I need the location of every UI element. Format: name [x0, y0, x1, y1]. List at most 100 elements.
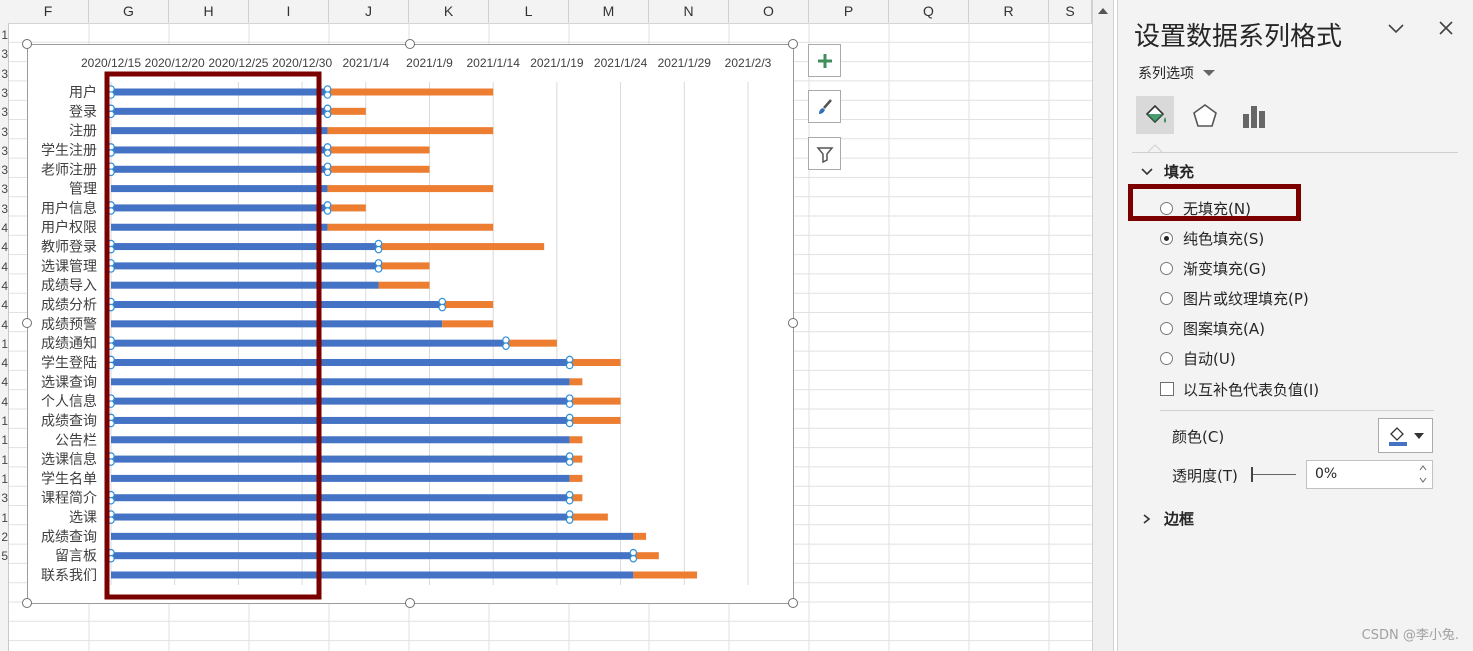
bar-duration[interactable]: [111, 552, 634, 560]
bar-extra[interactable]: [327, 127, 494, 135]
bar-extra[interactable]: [569, 397, 621, 405]
fill-line-tab[interactable]: [1136, 96, 1174, 134]
series-options-dropdown[interactable]: 系列选项: [1138, 63, 1216, 83]
bar-extra[interactable]: [378, 262, 430, 270]
bar-duration[interactable]: [111, 378, 570, 386]
vertical-scrollbar[interactable]: [1092, 0, 1114, 651]
selection-marker[interactable]: [565, 516, 574, 524]
radio-button[interactable]: [1160, 321, 1173, 335]
scroll-up-arrow-icon[interactable]: [1093, 2, 1113, 20]
row-header[interactable]: 2: [0, 530, 8, 544]
bar-duration[interactable]: [111, 301, 443, 309]
invert-negative-checkbox[interactable]: 以互补色代表负值(I): [1160, 379, 1319, 399]
bar-extra[interactable]: [327, 107, 366, 115]
selection-marker[interactable]: [565, 419, 574, 428]
bar-duration[interactable]: [111, 494, 570, 502]
color-picker-button[interactable]: [1378, 418, 1433, 453]
bar-duration[interactable]: [111, 107, 328, 115]
column-header-q[interactable]: Q: [889, 0, 969, 23]
close-icon[interactable]: [1438, 20, 1454, 36]
row-header[interactable]: 3: [0, 125, 8, 139]
chart-styles-button[interactable]: [808, 90, 841, 123]
bar-extra[interactable]: [505, 339, 557, 347]
column-header-m[interactable]: M: [569, 0, 649, 23]
row-header[interactable]: 4: [0, 298, 8, 312]
row-header[interactable]: 3: [0, 86, 8, 100]
row-header[interactable]: 4: [0, 279, 8, 293]
row-header[interactable]: 1: [0, 28, 8, 42]
fill-section-header[interactable]: 填充: [1140, 161, 1194, 182]
fill-option-radio[interactable]: 纯色填充(S): [1160, 228, 1264, 248]
column-header-i[interactable]: I: [249, 0, 329, 23]
column-header-k[interactable]: K: [409, 0, 489, 23]
column-header-s[interactable]: S: [1049, 0, 1092, 23]
spreadsheet-area[interactable]: FGHIJKLMNOPQRS 1 3 3 3 3 3 3 3 3 3 4 4 4 4 4 4 1 4 4 4 1 1 1 1 3…: [0, 0, 1092, 651]
chart-elements-button[interactable]: [808, 44, 841, 77]
bar-extra[interactable]: [327, 146, 430, 154]
bar-duration[interactable]: [111, 281, 379, 289]
row-header[interactable]: 3: [0, 144, 8, 158]
bar-extra[interactable]: [327, 88, 494, 96]
selection-marker[interactable]: [438, 303, 447, 312]
row-header[interactable]: 1: [0, 511, 8, 525]
selection-marker[interactable]: [502, 342, 510, 350]
bar-duration[interactable]: [111, 223, 328, 231]
column-header-p[interactable]: P: [809, 0, 889, 23]
row-header[interactable]: 1: [0, 414, 8, 428]
selection-marker[interactable]: [374, 245, 383, 254]
column-header-l[interactable]: L: [489, 0, 569, 23]
resize-handle[interactable]: [405, 39, 415, 49]
checkbox-box[interactable]: [1160, 382, 1174, 396]
bar-extra[interactable]: [569, 513, 608, 521]
row-header[interactable]: 3: [0, 491, 8, 505]
bar-duration[interactable]: [111, 571, 634, 579]
row-header[interactable]: 3: [0, 182, 8, 196]
bar-extra[interactable]: [633, 571, 698, 579]
bar-duration[interactable]: [111, 513, 570, 521]
selection-marker[interactable]: [323, 207, 332, 215]
bar-duration[interactable]: [111, 320, 443, 328]
selection-marker[interactable]: [565, 458, 574, 466]
fill-option-radio[interactable]: 自动(U): [1160, 348, 1236, 368]
radio-button[interactable]: [1160, 351, 1173, 365]
effects-pentagon-icon[interactable]: [1190, 102, 1220, 130]
row-header[interactable]: 1: [0, 453, 8, 467]
column-header-n[interactable]: N: [649, 0, 729, 23]
bar-extra[interactable]: [327, 204, 366, 212]
resize-handle[interactable]: [788, 598, 798, 608]
selection-marker[interactable]: [374, 265, 383, 273]
column-header-f[interactable]: F: [8, 0, 89, 23]
bar-extra[interactable]: [569, 474, 583, 482]
bar-duration[interactable]: [111, 339, 506, 347]
transparency-slider-track[interactable]: [1251, 474, 1296, 475]
bar-extra[interactable]: [378, 281, 430, 289]
bar-duration[interactable]: [111, 474, 570, 482]
row-header[interactable]: 3: [0, 105, 8, 119]
selection-marker[interactable]: [323, 168, 332, 177]
bar-extra[interactable]: [633, 532, 647, 540]
transparency-input[interactable]: 0%: [1306, 460, 1433, 489]
row-header[interactable]: 1: [0, 337, 8, 351]
column-header-j[interactable]: J: [329, 0, 409, 23]
row-header[interactable]: 3: [0, 47, 8, 61]
fill-option-radio[interactable]: 图片或纹理填充(P): [1160, 288, 1309, 308]
selection-marker[interactable]: [565, 361, 574, 370]
row-header[interactable]: 3: [0, 163, 8, 177]
bar-extra[interactable]: [327, 185, 494, 193]
bar-extra[interactable]: [442, 301, 494, 309]
row-header[interactable]: 4: [0, 260, 8, 274]
bar-extra[interactable]: [442, 320, 494, 328]
spinner-arrows-icon[interactable]: [1418, 462, 1428, 486]
selection-marker[interactable]: [323, 110, 332, 119]
bar-duration[interactable]: [111, 397, 570, 405]
border-section-header[interactable]: 边框: [1140, 508, 1194, 529]
radio-button[interactable]: [1160, 231, 1173, 245]
fill-option-radio[interactable]: 渐变填充(G): [1160, 258, 1266, 278]
bar-extra[interactable]: [327, 165, 430, 173]
bar-duration[interactable]: [111, 165, 328, 173]
radio-button[interactable]: [1160, 291, 1173, 305]
chart-filters-button[interactable]: [808, 137, 841, 170]
selection-marker[interactable]: [565, 496, 574, 505]
gantt-chart[interactable]: 2020/12/15 2020/12/20 2020/12/25 2020/12/30…: [22, 39, 798, 608]
selection-marker[interactable]: [323, 91, 332, 99]
